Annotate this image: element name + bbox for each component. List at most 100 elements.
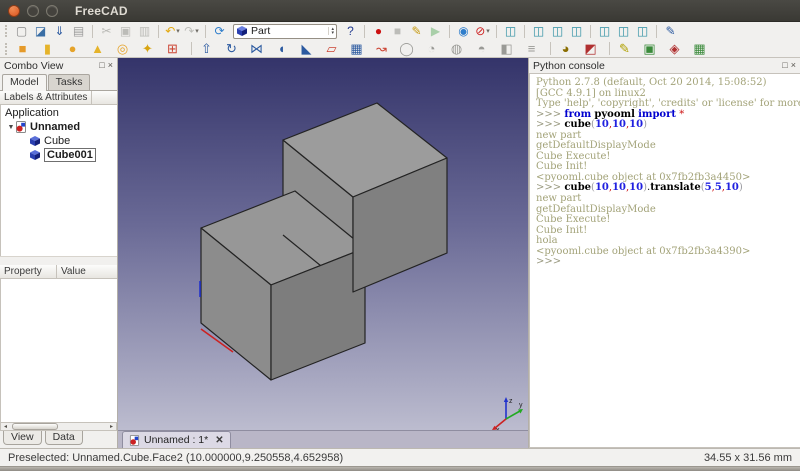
- dropdown-arrow-icon[interactable]: ▾: [195, 27, 199, 35]
- freecad-window: FreeCAD ▢◪⇓▤✂▣▥↶▾↷▾⟳ Part ▴▾ ?●■✎▶◉⊘▾◫◫◫…: [0, 0, 800, 471]
- tab-tasks[interactable]: Tasks: [48, 74, 91, 90]
- tree-item-cube[interactable]: Cube: [1, 134, 117, 148]
- defeaturing-remove-button[interactable]: ▣: [639, 41, 660, 57]
- view-right-button[interactable]: ◫: [567, 23, 586, 39]
- expander-icon[interactable]: ▼: [7, 124, 15, 131]
- scroll-left-icon[interactable]: ◂: [1, 423, 10, 430]
- print-button[interactable]: ▤: [69, 23, 88, 39]
- refine-shape-button[interactable]: ◩: [580, 41, 601, 57]
- tab-data[interactable]: Data: [45, 431, 83, 445]
- view-bottom-icon: ◫: [618, 23, 629, 39]
- boolean-common-button[interactable]: ◓: [471, 41, 492, 57]
- view-axonometric-button[interactable]: ◫: [501, 23, 520, 39]
- part-loft-button[interactable]: ▦: [346, 41, 367, 57]
- python-console-output[interactable]: Python 2.7.8 (default, Oct 20 2014, 15:0…: [529, 73, 800, 448]
- part-cone-button[interactable]: ▲: [87, 41, 108, 57]
- document-tab[interactable]: Unnamed : 1* ✕: [122, 431, 231, 448]
- macro-edit-button[interactable]: ✎: [407, 23, 426, 39]
- undo-button[interactable]: ↶▾: [163, 23, 182, 39]
- status-bar: Preselected: Unnamed.Cube.Face2 (10.0000…: [0, 448, 800, 466]
- boolean-union-button[interactable]: ◍: [446, 41, 467, 57]
- part-torus-button[interactable]: ◎: [112, 41, 133, 57]
- part-extrude-button[interactable]: ⇧: [196, 41, 217, 57]
- cut-button[interactable]: ✂: [97, 23, 116, 39]
- part-ruled-surface-button[interactable]: ▱: [321, 41, 342, 57]
- dropdown-arrow-icon[interactable]: ▾: [176, 27, 180, 35]
- part-shape-builder-button[interactable]: ⊞: [162, 41, 183, 57]
- view-bottom-button[interactable]: ◫: [614, 23, 633, 39]
- zoom-fit-all-button[interactable]: ◉: [454, 23, 473, 39]
- view-left-icon: ◫: [637, 23, 648, 39]
- cross-sections-icon: ≡: [528, 41, 536, 57]
- defeaturing-view-button[interactable]: ▦: [689, 41, 710, 57]
- part-thickness-button[interactable]: ◔: [421, 41, 442, 57]
- property-column-header[interactable]: Property: [0, 265, 57, 278]
- maximize-window-button[interactable]: [46, 5, 58, 17]
- toolbar-handle[interactable]: [5, 43, 9, 55]
- scene-cubes: z y x: [118, 58, 528, 430]
- view-top-button[interactable]: ◫: [548, 23, 567, 39]
- float-panel-icon[interactable]: □: [99, 61, 104, 70]
- 3d-viewport[interactable]: z y x Unnamed : 1* ✕: [118, 58, 528, 448]
- open-file-button[interactable]: ◪: [31, 23, 50, 39]
- view-front-button[interactable]: ◫: [529, 23, 548, 39]
- close-panel-icon[interactable]: ×: [791, 61, 796, 70]
- part-fillet-button[interactable]: ◖: [271, 41, 292, 57]
- toolbar-separator: [191, 42, 192, 55]
- close-window-button[interactable]: [8, 5, 20, 17]
- new-file-button[interactable]: ▢: [12, 23, 31, 39]
- horizontal-scrollbar[interactable]: ◂ ▸: [0, 422, 117, 431]
- tree-item-cube001[interactable]: Cube001: [1, 148, 117, 162]
- toolbar-separator: [158, 25, 159, 38]
- paste-button[interactable]: ▥: [135, 23, 154, 39]
- close-tab-icon[interactable]: ✕: [215, 435, 223, 446]
- tree-column-header: Labels & Attributes: [0, 91, 117, 105]
- toolbar-handle[interactable]: [5, 25, 9, 37]
- part-box-button[interactable]: ■: [12, 41, 33, 57]
- rename-edit-field[interactable]: Cube001: [44, 148, 96, 162]
- part-chamfer-button[interactable]: ◣: [296, 41, 317, 57]
- view-rear-button[interactable]: ◫: [595, 23, 614, 39]
- labels-attributes-header[interactable]: Labels & Attributes: [0, 91, 92, 104]
- workbench-selector[interactable]: Part ▴▾: [233, 24, 337, 39]
- macro-record-button[interactable]: ●: [369, 23, 388, 39]
- defeaturing-fill-button[interactable]: ◈: [664, 41, 685, 57]
- measure-linear-button[interactable]: ✎: [661, 23, 680, 39]
- workbench-spinner[interactable]: ▴▾: [328, 27, 334, 35]
- value-column-header[interactable]: Value: [57, 265, 117, 278]
- part-mirror-button[interactable]: ⋈: [246, 41, 267, 57]
- cross-sections-button[interactable]: ≡: [521, 41, 542, 57]
- tree-item-document[interactable]: ▼ Unnamed: [1, 120, 117, 134]
- tree-item-application[interactable]: Application: [1, 106, 117, 120]
- close-panel-icon[interactable]: ×: [108, 61, 113, 70]
- boolean-cut-button[interactable]: ◧: [496, 41, 517, 57]
- panel-splitter[interactable]: [0, 256, 117, 265]
- tab-model[interactable]: Model: [2, 74, 47, 91]
- refresh-button[interactable]: ⟳: [210, 23, 229, 39]
- part-revolve-button[interactable]: ↻: [221, 41, 242, 57]
- save-button[interactable]: ⇓: [50, 23, 69, 39]
- scroll-right-icon[interactable]: ▸: [107, 423, 116, 430]
- part-sphere-button[interactable]: ●: [62, 41, 83, 57]
- check-geometry-button[interactable]: ◕: [555, 41, 576, 57]
- defeaturing-edit-button[interactable]: ✎: [614, 41, 635, 57]
- redo-button[interactable]: ↷▾: [182, 23, 201, 39]
- whats-this-button[interactable]: ?: [341, 23, 360, 39]
- minimize-window-button[interactable]: [27, 5, 39, 17]
- 3d-canvas[interactable]: z y x: [118, 58, 528, 430]
- print-icon: ▤: [73, 23, 84, 39]
- part-shape-builder-icon: ⊞: [167, 41, 178, 57]
- copy-button[interactable]: ▣: [116, 23, 135, 39]
- view-left-button[interactable]: ◫: [633, 23, 652, 39]
- part-cylinder-button[interactable]: ▮: [37, 41, 58, 57]
- dropdown-arrow-icon[interactable]: ▾: [486, 27, 490, 35]
- macro-stop-button[interactable]: ■: [388, 23, 407, 39]
- macro-play-button[interactable]: ▶: [426, 23, 445, 39]
- scrollbar-thumb[interactable]: [12, 423, 58, 430]
- part-offset-button[interactable]: ◯: [396, 41, 417, 57]
- draw-style-button[interactable]: ⊘▾: [473, 23, 492, 39]
- part-sweep-button[interactable]: ↝: [371, 41, 392, 57]
- tab-view[interactable]: View: [3, 431, 42, 445]
- part-primitives-button[interactable]: ✦: [137, 41, 158, 57]
- float-panel-icon[interactable]: □: [782, 61, 787, 70]
